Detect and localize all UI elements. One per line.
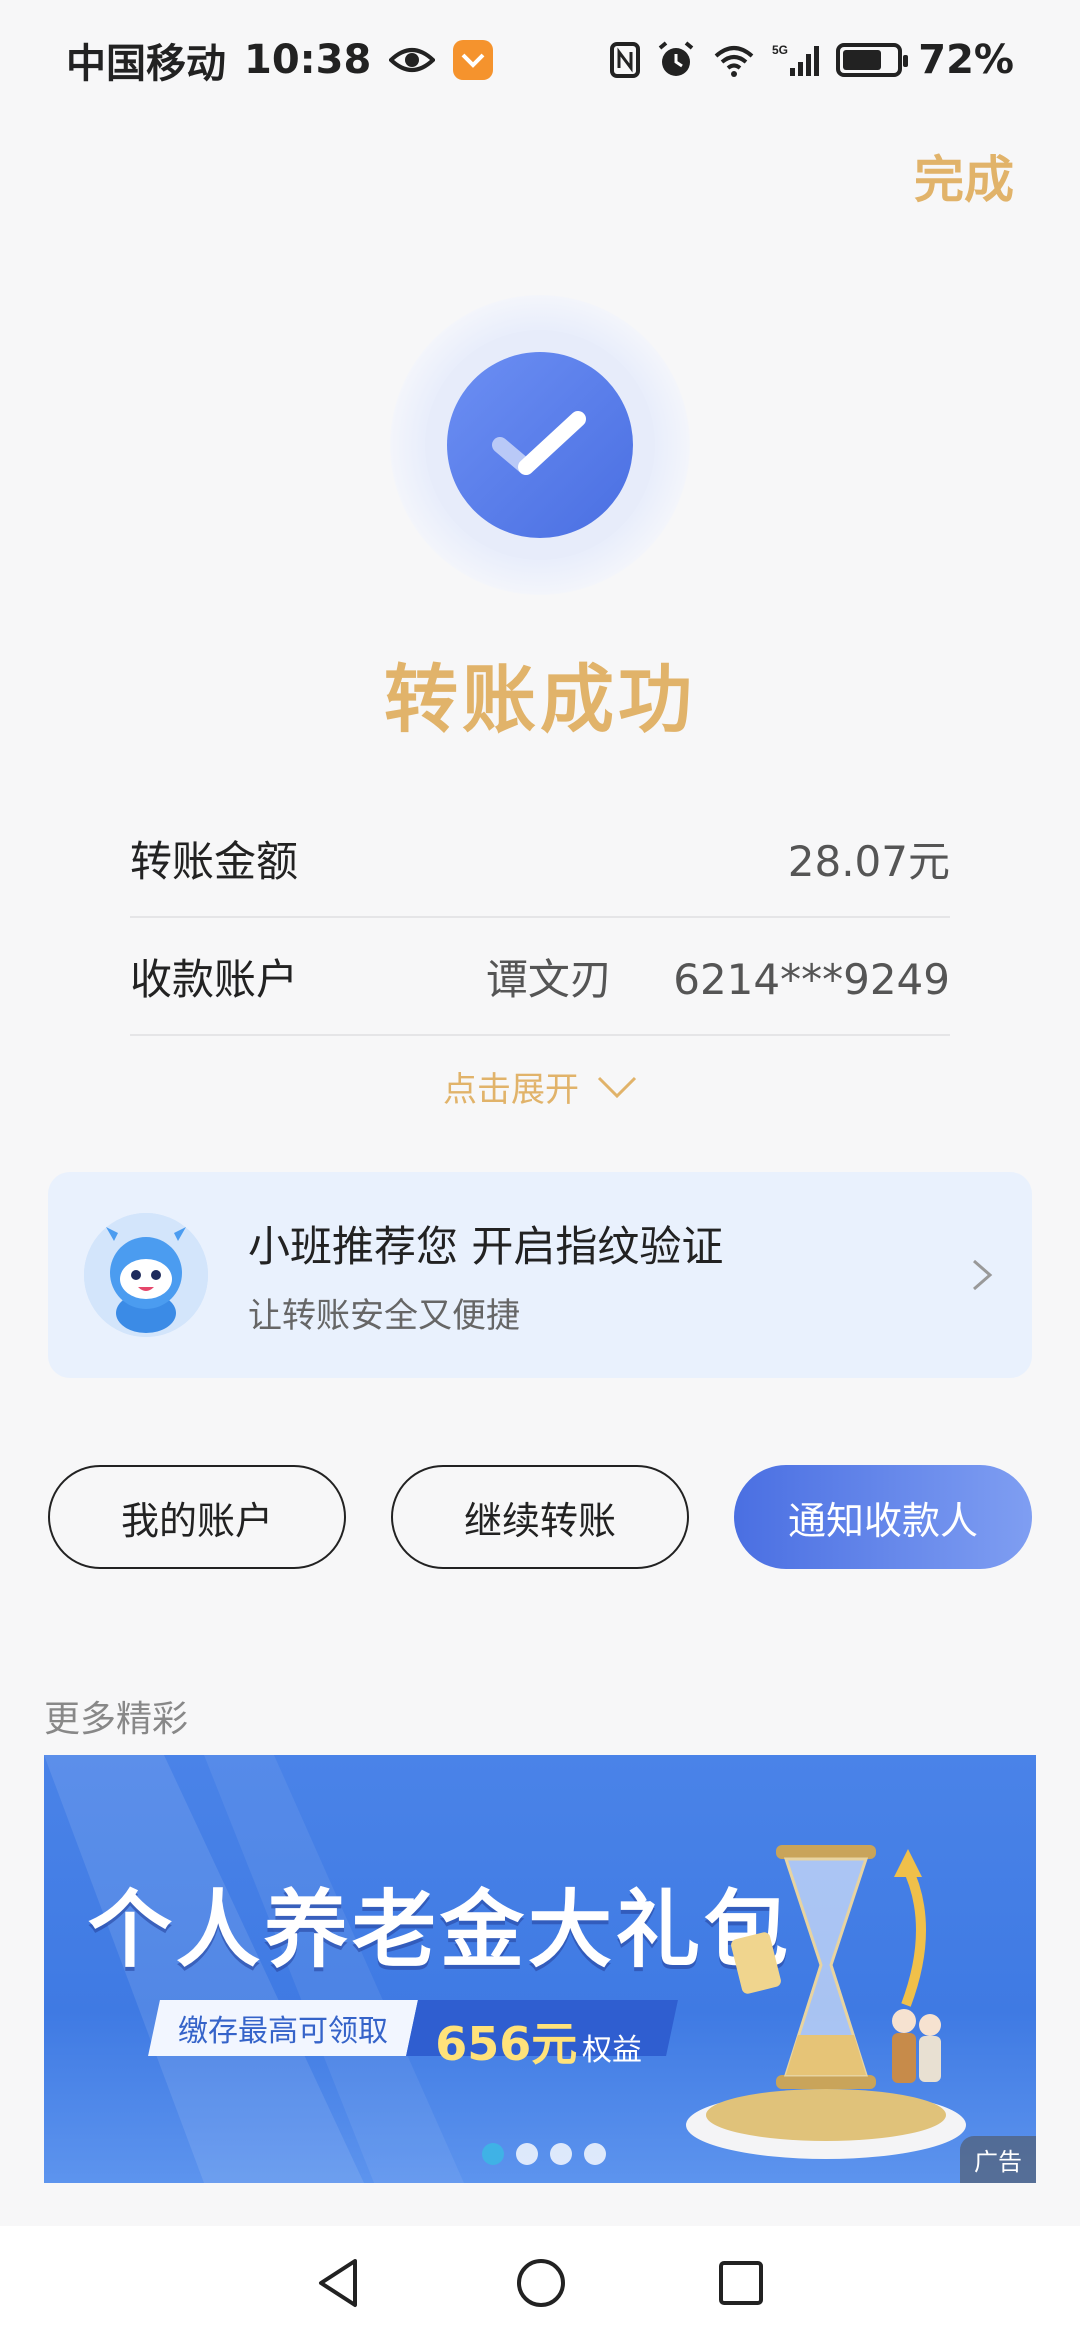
svg-text:5G: 5G	[772, 43, 788, 57]
banner-tag-left: 缴存最高可领取	[148, 2000, 418, 2056]
clock: 10:38	[244, 37, 372, 83]
carousel-dot[interactable]	[550, 2143, 572, 2165]
battery-percent: 72%	[918, 37, 1014, 83]
expand-label: 点击展开	[443, 1070, 579, 1110]
wifi-icon	[714, 46, 754, 77]
alarm-icon	[658, 41, 694, 76]
transfer-success-page: 中国移动 10:38 5G 72% 完成 转账成功 转账金额 28.07元 收款…	[0, 0, 1080, 2340]
payee-name: 谭文刃	[485, 954, 612, 1004]
system-nav-bar	[0, 2226, 1080, 2340]
carrier-name: 中国移动	[66, 41, 226, 87]
carousel-dot[interactable]	[482, 2143, 504, 2165]
continue-transfer-button[interactable]: 继续转账	[391, 1465, 689, 1569]
account-label: 收款账户	[130, 954, 299, 1004]
amount-row: 转账金额 28.07元	[130, 800, 950, 918]
promo-subtitle: 让转账安全又便捷	[248, 1296, 520, 1336]
battery-icon	[836, 43, 909, 77]
notify-payee-button[interactable]: 通知收款人	[734, 1465, 1032, 1569]
checkmark-icon	[492, 411, 586, 475]
my-account-button[interactable]: 我的账户	[48, 1465, 346, 1569]
app-notification-icon	[453, 40, 494, 80]
status-bar: 中国移动 10:38 5G 72%	[0, 0, 1080, 120]
amount-label: 转账金额	[130, 836, 299, 886]
ad-label: 广告	[960, 2136, 1036, 2183]
success-ring	[425, 330, 655, 560]
payee-account-number: 6214***9249	[673, 954, 950, 1004]
banner-tag-text: 缴存最高可领取	[178, 2014, 388, 2049]
banner-tag: 缴存最高可领取 656元 权益	[148, 1995, 678, 2071]
amount-value: 28.07元	[787, 836, 950, 886]
account-row: 收款账户 谭文刃 6214***9249	[130, 918, 950, 1036]
hourglass-illustration	[686, 1845, 966, 2159]
carousel-dots	[482, 2143, 606, 2165]
battery-level	[843, 50, 881, 70]
more-section-label: 更多精彩	[44, 1699, 189, 1740]
transfer-details: 转账金额 28.07元 收款账户 谭文刃 6214***9249	[130, 800, 950, 1036]
banner-tag-amount: 656元	[435, 2017, 578, 2071]
recents-icon[interactable]	[717, 2259, 765, 2307]
action-buttons: 我的账户 继续转账 通知收款人	[48, 1465, 1032, 1569]
promo-title: 小班推荐您 开启指纹验证	[248, 1222, 724, 1271]
status-right: 5G 72%	[610, 37, 1014, 83]
fingerprint-promo-card[interactable]: 小班推荐您 开启指纹验证 让转账安全又便捷	[48, 1172, 1032, 1378]
success-circle	[447, 352, 633, 538]
signal-5g-icon: 5G	[772, 43, 820, 76]
result-title: 转账成功	[384, 657, 696, 743]
done-button[interactable]: 完成	[914, 140, 1014, 212]
success-badge	[390, 295, 690, 595]
carousel-dot[interactable]	[584, 2143, 606, 2165]
mascot-avatar	[84, 1213, 208, 1337]
expand-details-button[interactable]: 点击展开	[0, 1062, 1080, 1111]
chevron-right-icon	[973, 1259, 993, 1291]
back-icon[interactable]	[315, 2257, 365, 2309]
home-icon[interactable]	[515, 2257, 567, 2309]
pension-ad-banner[interactable]: 个人养老金大礼包 缴存最高可领取 656元 权益 广告	[44, 1755, 1036, 2183]
banner-tag-right: 656元 权益	[406, 2000, 678, 2071]
account-value: 谭文刃 6214***9249	[486, 946, 950, 1007]
nfc-icon	[610, 42, 641, 78]
chevron-down-icon	[597, 1076, 637, 1098]
eye-icon	[389, 48, 436, 72]
banner-tag-suffix: 权益	[581, 2033, 642, 2068]
status-left: 中国移动 10:38	[66, 31, 494, 89]
promo-text: 小班推荐您 开启指纹验证 让转账安全又便捷	[248, 1213, 968, 1337]
carousel-dot[interactable]	[516, 2143, 538, 2165]
